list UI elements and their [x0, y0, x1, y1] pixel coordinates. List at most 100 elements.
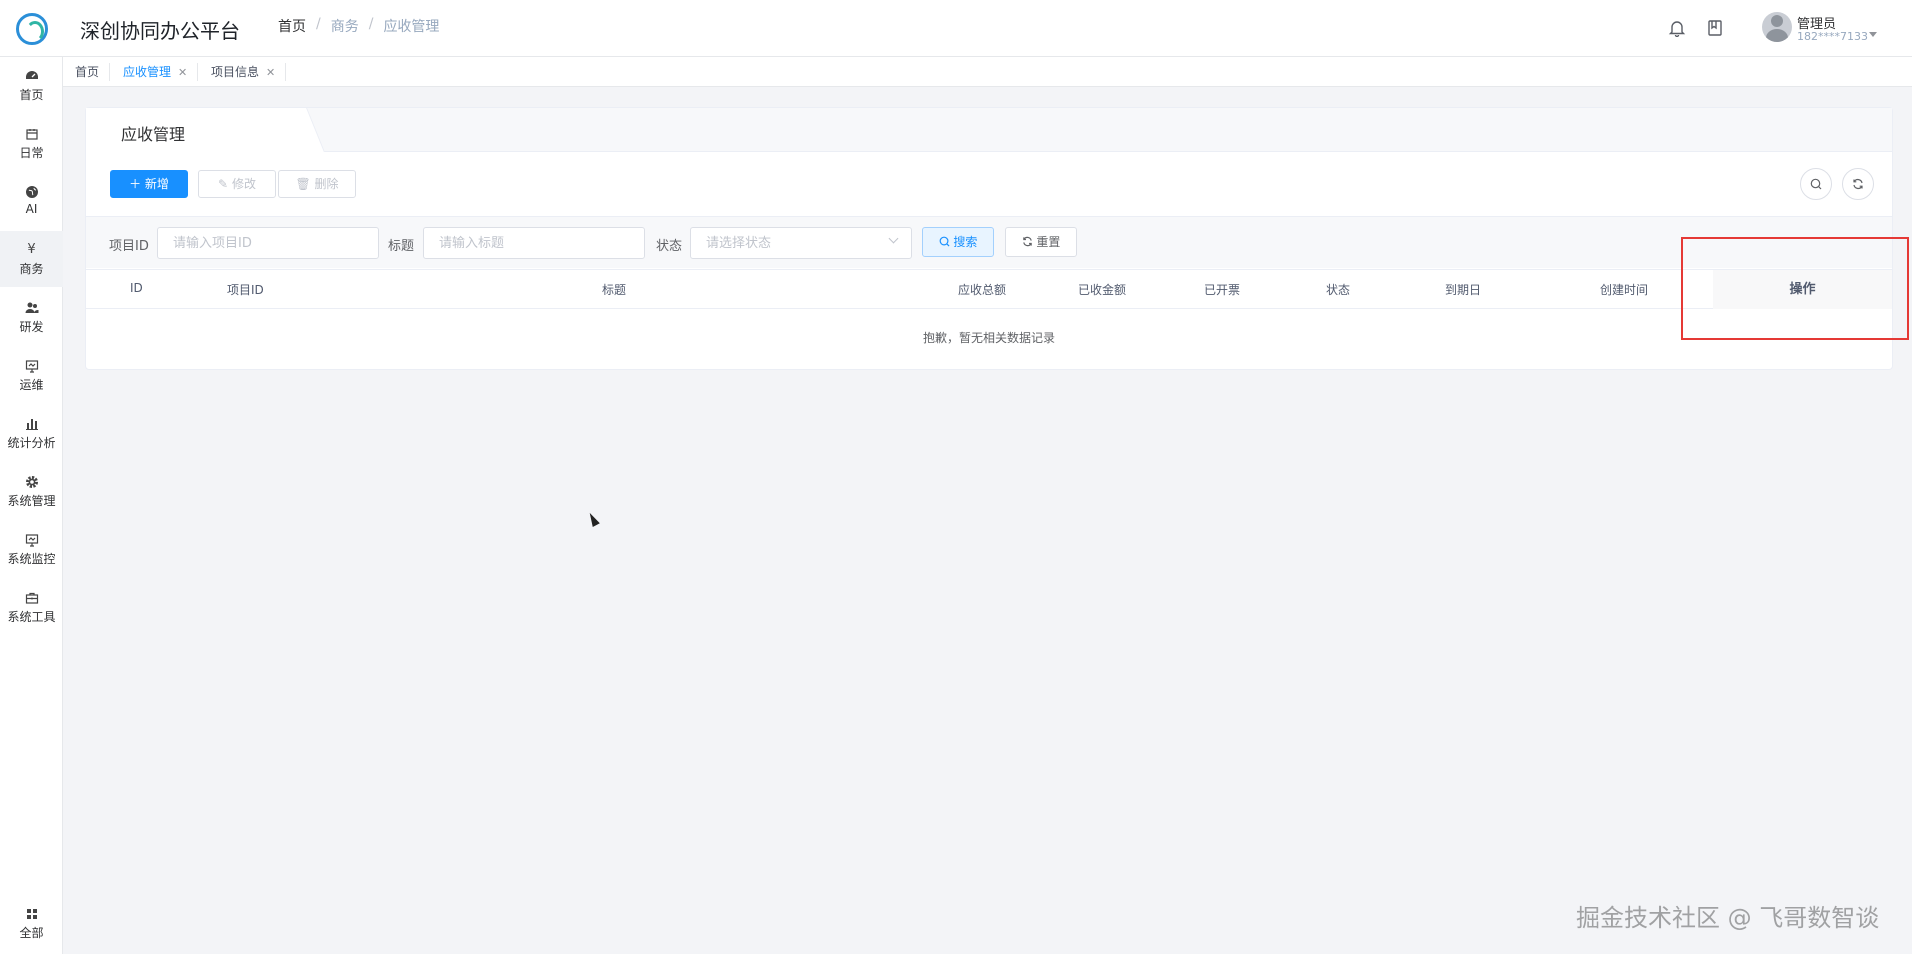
sidebar-item-label: 全部: [19, 926, 44, 940]
sidebar-item-ai[interactable]: AI: [0, 173, 63, 229]
tag-label: 首页: [75, 65, 100, 79]
reset-button-label: 重置: [1036, 235, 1061, 249]
project-id-label: 项目ID: [109, 239, 149, 254]
breadcrumb: 首页 / 商务 / 应收管理: [278, 16, 439, 36]
sidebar-item-tools[interactable]: 系统工具: [0, 579, 63, 635]
trash-icon: 🗑: [295, 177, 311, 191]
tag-project-info[interactable]: 项目信息 ✕: [211, 63, 287, 81]
users-icon: [25, 302, 38, 313]
sidebar-item-label: 系统工具: [7, 610, 56, 624]
column-header-due-date[interactable]: 到期日: [1445, 281, 1481, 298]
watermark-text: 掘金技术社区 @ 飞哥数智谈: [1576, 904, 1880, 932]
column-header-received-amount[interactable]: 已收金额: [1078, 281, 1126, 298]
book-icon[interactable]: [1706, 19, 1724, 37]
sidebar-item-all[interactable]: 全部: [0, 895, 63, 951]
tag-label: 项目信息: [211, 65, 260, 79]
column-header-receivable-total[interactable]: 应收总额: [958, 281, 1006, 298]
sidebar-item-ops[interactable]: 运维: [0, 347, 63, 403]
monitor-icon: [25, 360, 38, 373]
table-header: ID 项目ID 标题 应收总额 已收金额 已开票 状态 到期日 创建时间 操作: [86, 269, 1892, 309]
user-phone: 182****7133: [1797, 30, 1868, 43]
breadcrumb-item-receivables: 应收管理: [383, 19, 440, 35]
breadcrumb-separator: /: [316, 16, 321, 32]
search-form: 项目ID 标题 状态 搜索 重置: [86, 216, 1892, 268]
sidebar-item-business[interactable]: ¥ 商务: [0, 231, 63, 287]
sidebar-item-daily[interactable]: 日常: [0, 115, 63, 171]
refresh-icon: [1853, 179, 1863, 189]
plus-icon: ＋: [129, 177, 142, 191]
sidebar-item-label: 运维: [19, 378, 44, 392]
close-icon[interactable]: ✕: [178, 66, 187, 79]
sidebar-item-monitor[interactable]: 系统监控: [0, 521, 63, 577]
sidebar-item-label: 系统管理: [7, 494, 56, 508]
sidebar-item-label: 系统监控: [7, 552, 56, 566]
breadcrumb-separator: /: [368, 16, 374, 32]
tag-home[interactable]: 首页: [75, 63, 111, 81]
reset-button[interactable]: 重置: [1005, 227, 1077, 257]
column-header-title[interactable]: 标题: [602, 281, 626, 298]
edit-button[interactable]: ✎ 修改: [198, 170, 276, 198]
search-button[interactable]: 搜索: [922, 227, 994, 257]
top-navbar: 深创协同办公平台 首页 / 商务 / 应收管理 管理员 182****7133: [0, 0, 1912, 57]
globe-icon: [25, 186, 38, 198]
close-icon[interactable]: ✕: [266, 66, 275, 79]
mouse-cursor: [586, 510, 600, 528]
search-button-label: 搜索: [953, 235, 978, 249]
sidebar-item-label: AI: [25, 202, 38, 216]
breadcrumb-item-business[interactable]: 商务: [331, 16, 359, 36]
search-icon: [1810, 178, 1822, 190]
sidebar-item-label: 日常: [19, 146, 44, 160]
sidebar-item-label: 商务: [19, 262, 44, 276]
tag-receivables[interactable]: 应收管理 ✕: [123, 63, 199, 81]
column-header-id[interactable]: ID: [130, 281, 143, 295]
delete-button[interactable]: 🗑 删除: [278, 170, 356, 198]
sidebar-item-stats[interactable]: 统计分析: [0, 405, 63, 461]
column-header-project-id[interactable]: 项目ID: [227, 281, 264, 298]
tag-label: 应收管理: [123, 65, 172, 79]
tags-view: 首页 应收管理 ✕ 项目信息 ✕: [63, 57, 1912, 87]
chart-icon: [25, 419, 38, 430]
dashboard-icon: [25, 71, 38, 79]
sidebar-item-label: 研发: [19, 320, 44, 334]
chevron-down-icon[interactable]: [1869, 32, 1877, 37]
title-input[interactable]: [423, 227, 645, 259]
title-label: 标题: [388, 239, 415, 254]
highlight-annotation-box: [1681, 237, 1909, 340]
search-icon: [939, 236, 950, 247]
table-empty-text: 抱歉，暂无相关数据记录: [922, 331, 1055, 345]
card-tabs: 应收管理: [86, 108, 1892, 152]
sidebar-item-label: 首页: [19, 88, 44, 102]
refresh-button[interactable]: [1842, 168, 1874, 200]
toggle-search-button[interactable]: [1800, 168, 1832, 200]
sidebar-item-label: 统计分析: [7, 436, 56, 450]
app-title: 深创协同办公平台: [80, 19, 240, 43]
tab-receivables[interactable]: 应收管理: [86, 108, 304, 152]
column-header-created-time[interactable]: 创建时间: [1600, 281, 1648, 298]
add-button[interactable]: ＋ 新增: [110, 170, 188, 198]
sidebar-item-rnd[interactable]: 研发: [0, 289, 63, 345]
yen-icon: ¥: [27, 242, 36, 257]
calendar-icon: [25, 129, 38, 140]
receivables-card: 应收管理 ＋ 新增 ✎ 修改 🗑 删除 项目ID 标题 状态 搜索 重置: [85, 107, 1893, 370]
avatar[interactable]: [1762, 12, 1792, 42]
breadcrumb-item-home[interactable]: 首页: [278, 16, 306, 36]
column-header-status[interactable]: 状态: [1326, 281, 1350, 298]
app-logo[interactable]: [16, 13, 48, 45]
toolbox-icon: [25, 592, 38, 604]
refresh-icon: [1022, 236, 1032, 247]
grid-icon: [26, 909, 37, 919]
sidebar-item-system[interactable]: 系统管理: [0, 463, 63, 519]
delete-button-label: 删除: [314, 177, 339, 191]
gear-icon: [25, 476, 38, 488]
monitor-icon: [25, 534, 38, 547]
sidebar-item-home[interactable]: 首页: [0, 57, 63, 113]
edit-button-label: 修改: [231, 177, 256, 191]
status-select[interactable]: [690, 227, 912, 259]
project-id-input[interactable]: [157, 227, 379, 259]
sidebar: 首页 日常 AI ¥ 商务 研发 运维 统计分析 系统管理 系统监控 系统工具 …: [0, 57, 63, 954]
status-label: 状态: [656, 239, 683, 254]
bell-icon[interactable]: [1668, 19, 1686, 37]
edit-icon: ✎: [218, 177, 229, 191]
add-button-label: 新增: [144, 177, 169, 191]
column-header-invoiced[interactable]: 已开票: [1204, 281, 1240, 298]
